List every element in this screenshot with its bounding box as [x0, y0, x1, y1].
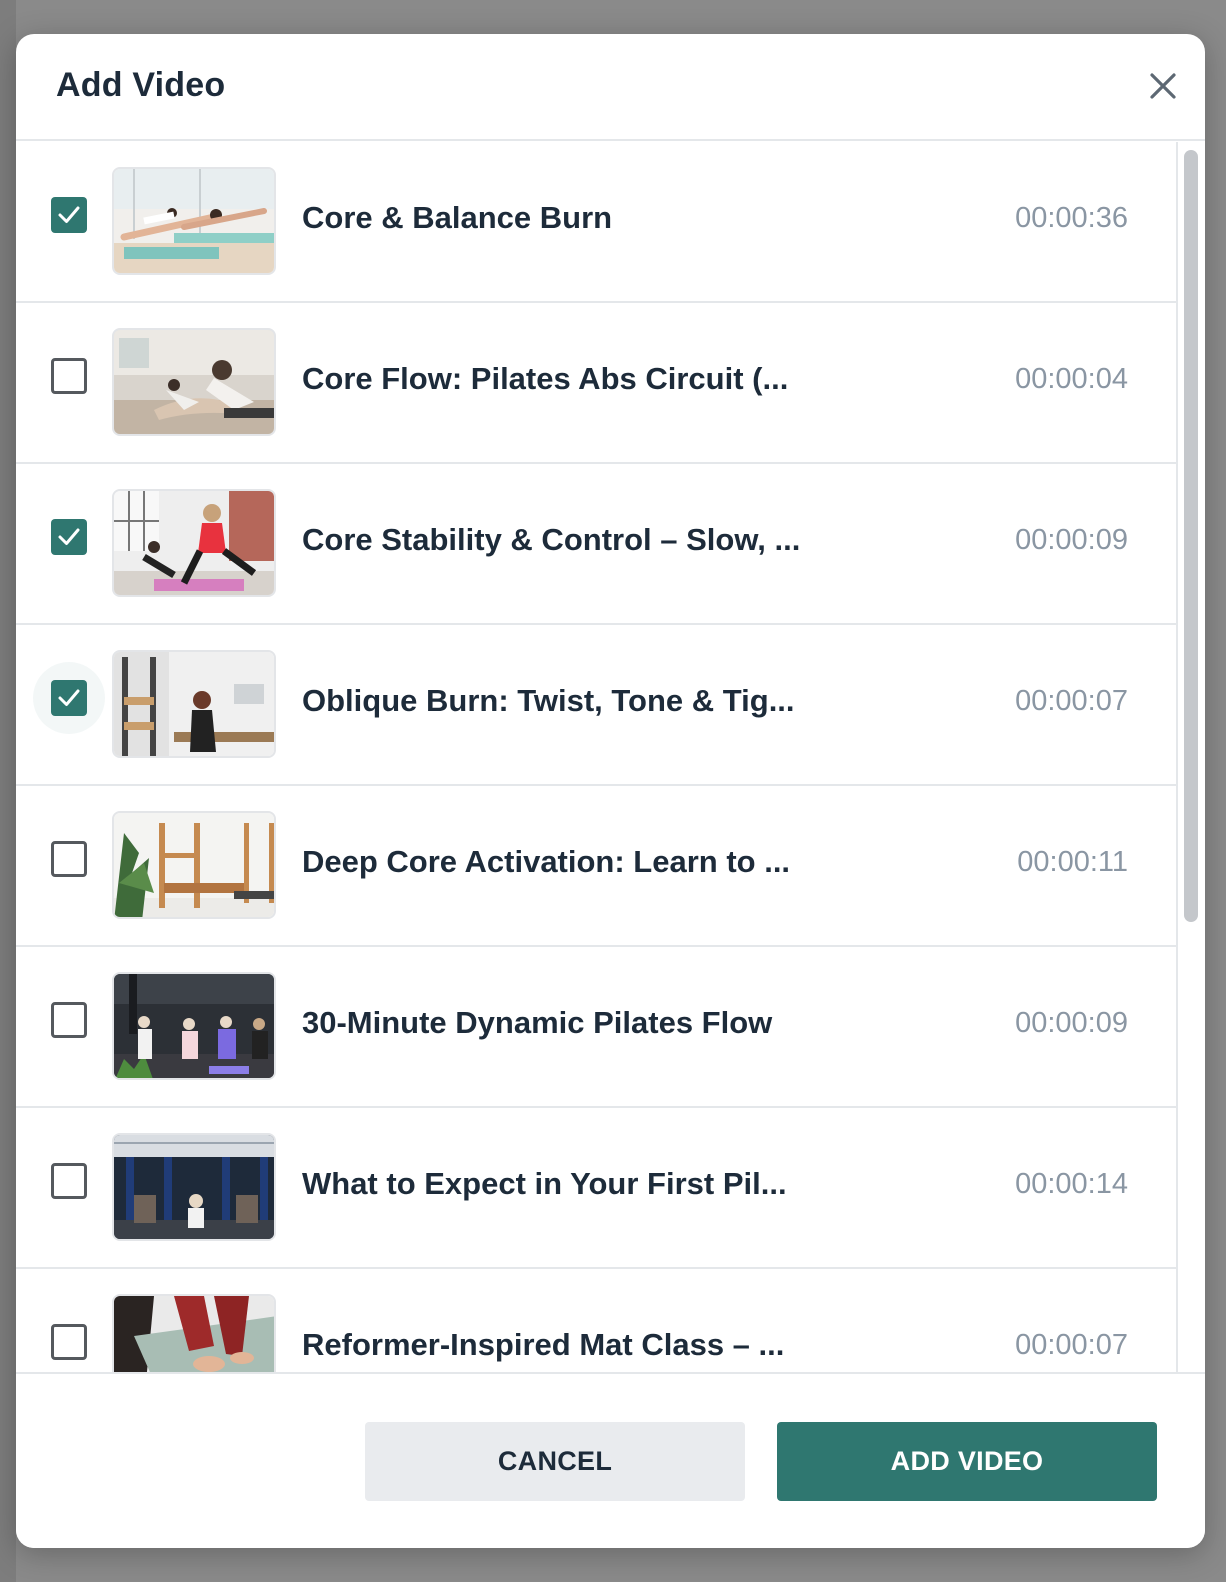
video-thumbnail	[112, 328, 276, 436]
video-row[interactable]: Core Stability & Control – Slow, ... 00:…	[16, 464, 1176, 625]
video-checkbox[interactable]	[51, 1163, 87, 1199]
video-thumbnail	[112, 1294, 276, 1372]
video-row[interactable]: Core & Balance Burn 00:00:36	[16, 142, 1176, 303]
checkmark-icon	[58, 689, 80, 706]
video-duration: 00:00:04	[1015, 363, 1128, 395]
list-scrollbar-thumb[interactable]	[1184, 150, 1198, 922]
video-checkbox[interactable]	[51, 519, 87, 555]
video-duration: 00:00:07	[1015, 1329, 1128, 1361]
video-checkbox[interactable]	[51, 197, 87, 233]
video-duration: 00:00:09	[1015, 1007, 1128, 1039]
video-title: Core Stability & Control – Slow, ...	[302, 522, 801, 557]
add-video-modal: Add Video Core & Balance Burn 00:00:36 C…	[16, 34, 1205, 1548]
list-scrollbar-track[interactable]	[1176, 142, 1205, 1372]
cancel-button[interactable]: CANCEL	[365, 1422, 745, 1501]
video-title: Core Flow: Pilates Abs Circuit (...	[302, 361, 789, 396]
video-title: What to Expect in Your First Pil...	[302, 1166, 787, 1201]
modal-footer: CANCEL ADD VIDEO	[16, 1372, 1205, 1548]
video-title: Deep Core Activation: Learn to ...	[302, 844, 791, 879]
video-thumbnail	[112, 167, 276, 275]
video-duration: 00:00:07	[1015, 685, 1128, 717]
video-checkbox[interactable]	[51, 358, 87, 394]
video-title: 30-Minute Dynamic Pilates Flow	[302, 1005, 773, 1040]
video-row[interactable]: Deep Core Activation: Learn to ... 00:00…	[16, 786, 1176, 947]
video-list[interactable]: Core & Balance Burn 00:00:36 Core Flow: …	[16, 142, 1176, 1372]
video-row[interactable]: What to Expect in Your First Pil... 00:0…	[16, 1108, 1176, 1269]
video-row[interactable]: 30-Minute Dynamic Pilates Flow 00:00:09	[16, 947, 1176, 1108]
video-thumbnail	[112, 811, 276, 919]
video-duration: 00:00:09	[1015, 524, 1128, 556]
video-duration: 00:00:36	[1015, 202, 1128, 234]
video-title: Reformer-Inspired Mat Class – ...	[302, 1327, 785, 1362]
video-thumbnail	[112, 489, 276, 597]
modal-title: Add Video	[56, 66, 226, 104]
modal-header: Add Video	[16, 34, 1205, 141]
video-duration: 00:00:11	[1017, 846, 1128, 878]
video-checkbox[interactable]	[51, 1324, 87, 1360]
video-row[interactable]: Core Flow: Pilates Abs Circuit (... 00:0…	[16, 303, 1176, 464]
close-icon	[1150, 73, 1176, 99]
video-row[interactable]: Oblique Burn: Twist, Tone & Tig... 00:00…	[16, 625, 1176, 786]
video-checkbox[interactable]	[51, 841, 87, 877]
video-title: Core & Balance Burn	[302, 200, 613, 235]
video-checkbox[interactable]	[51, 680, 87, 716]
add-video-button[interactable]: ADD VIDEO	[777, 1422, 1157, 1501]
video-title: Oblique Burn: Twist, Tone & Tig...	[302, 683, 795, 718]
close-button[interactable]	[1143, 66, 1183, 106]
background-page	[0, 0, 16, 1582]
video-duration: 00:00:14	[1015, 1168, 1128, 1200]
video-thumbnail	[112, 650, 276, 758]
video-checkbox[interactable]	[51, 1002, 87, 1038]
video-row[interactable]: Reformer-Inspired Mat Class – ... 00:00:…	[16, 1269, 1176, 1372]
checkmark-icon	[58, 528, 80, 545]
video-thumbnail	[112, 972, 276, 1080]
video-thumbnail	[112, 1133, 276, 1241]
checkmark-icon	[58, 206, 80, 223]
